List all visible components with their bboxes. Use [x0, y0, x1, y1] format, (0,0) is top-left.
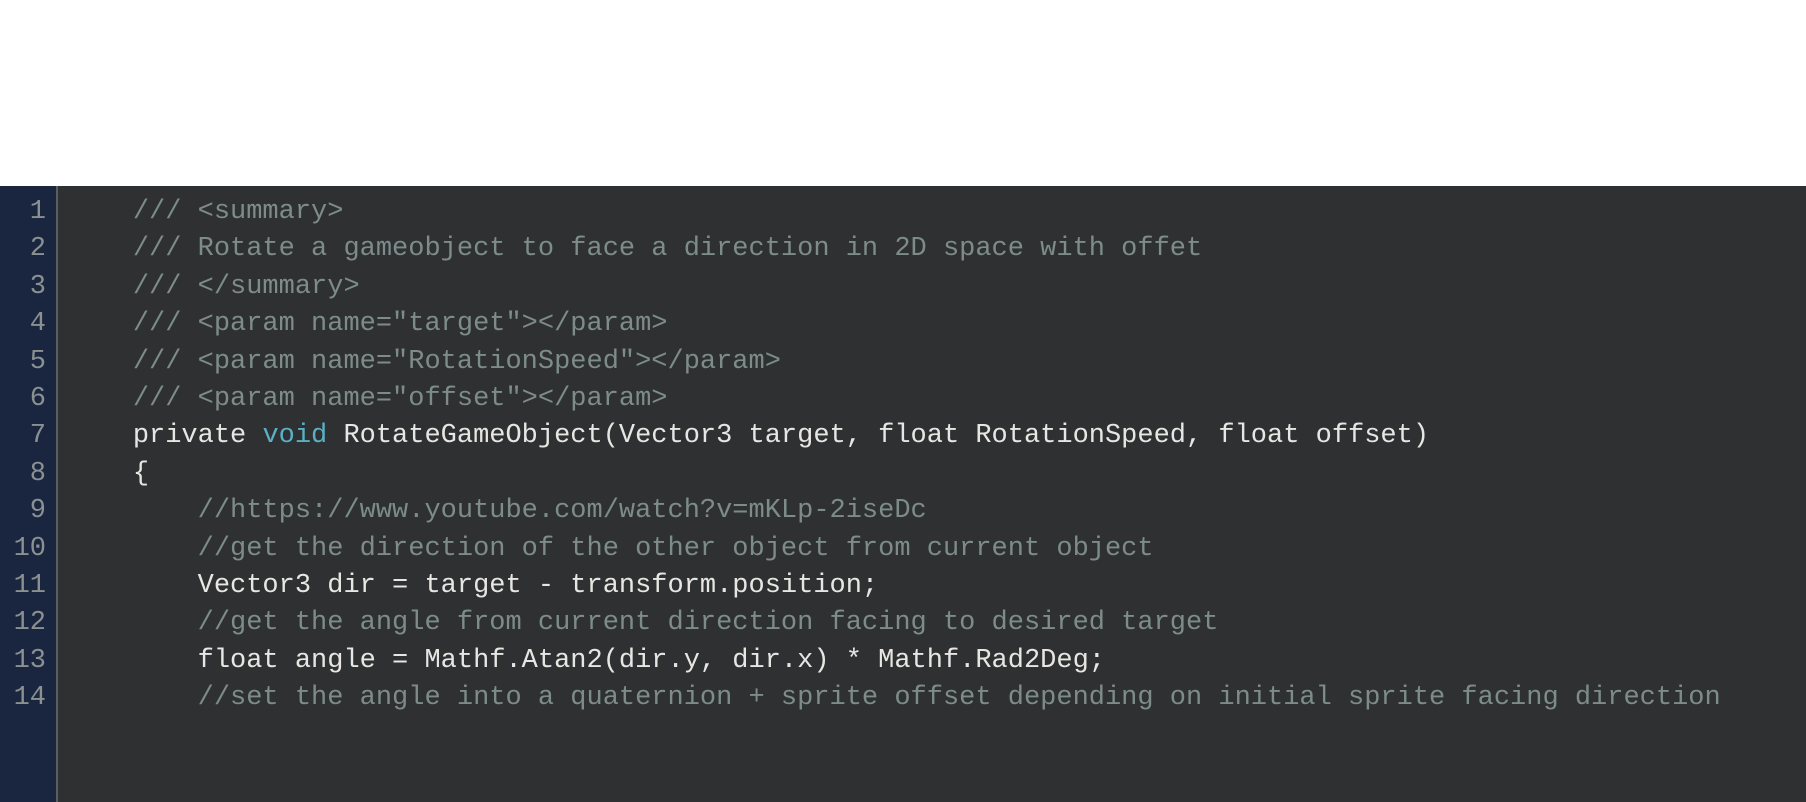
code-line[interactable]: Vector3 dir = target - transform.positio… [68, 568, 1806, 605]
line-number: 10 [0, 531, 46, 568]
code-line[interactable]: //get the angle from current direction f… [68, 605, 1806, 642]
token-normal: Vector3 dir = target - transform.positio… [198, 571, 879, 601]
line-number: 11 [0, 568, 46, 605]
line-number: 14 [0, 680, 46, 717]
line-number-gutter: 1234567891011121314 [0, 186, 58, 802]
code-line[interactable]: /// <param name="RotationSpeed"></param> [68, 344, 1806, 381]
token-comment: //get the direction of the other object … [198, 534, 1154, 564]
line-number: 5 [0, 344, 46, 381]
line-number: 6 [0, 381, 46, 418]
line-number: 13 [0, 643, 46, 680]
token-comment: //get the angle from current direction f… [198, 608, 1219, 638]
code-line[interactable]: float angle = Mathf.Atan2(dir.y, dir.x) … [68, 643, 1806, 680]
token-comment: /// <param name="offset"></param> [133, 384, 668, 414]
code-line[interactable]: /// </summary> [68, 269, 1806, 306]
line-number: 12 [0, 605, 46, 642]
line-number: 4 [0, 306, 46, 343]
line-number: 7 [0, 418, 46, 455]
token-normal: RotateGameObject(Vector3 target, float R… [327, 421, 1429, 451]
code-line[interactable]: private void RotateGameObject(Vector3 ta… [68, 418, 1806, 455]
token-normal: { [133, 459, 149, 489]
code-line[interactable]: /// <param name="offset"></param> [68, 381, 1806, 418]
line-number: 3 [0, 269, 46, 306]
token-comment: /// Rotate a gameobject to face a direct… [133, 234, 1202, 264]
line-number: 8 [0, 456, 46, 493]
code-line[interactable]: //set the angle into a quaternion + spri… [68, 680, 1806, 717]
token-comment: //https://www.youtube.com/watch?v=mKLp-2… [198, 496, 927, 526]
token-keyword: void [262, 421, 327, 451]
token-comment: /// </summary> [133, 272, 360, 302]
code-line[interactable]: { [68, 456, 1806, 493]
code-editor: 1234567891011121314 /// <summary> /// Ro… [0, 186, 1806, 802]
token-normal: private [133, 421, 263, 451]
code-line[interactable]: /// <param name="target"></param> [68, 306, 1806, 343]
line-number: 1 [0, 194, 46, 231]
line-number: 2 [0, 231, 46, 268]
code-line[interactable]: //https://www.youtube.com/watch?v=mKLp-2… [68, 493, 1806, 530]
line-number: 9 [0, 493, 46, 530]
token-comment: /// <summary> [133, 197, 344, 227]
code-line[interactable]: //get the direction of the other object … [68, 531, 1806, 568]
token-comment: /// <param name="RotationSpeed"></param> [133, 347, 781, 377]
code-line[interactable]: /// <summary> [68, 194, 1806, 231]
token-comment: /// <param name="target"></param> [133, 309, 668, 339]
code-line[interactable]: /// Rotate a gameobject to face a direct… [68, 231, 1806, 268]
code-content[interactable]: /// <summary> /// Rotate a gameobject to… [58, 186, 1806, 802]
token-comment: //set the angle into a quaternion + spri… [198, 683, 1721, 713]
token-normal: float angle = Mathf.Atan2(dir.y, dir.x) … [198, 646, 1105, 676]
